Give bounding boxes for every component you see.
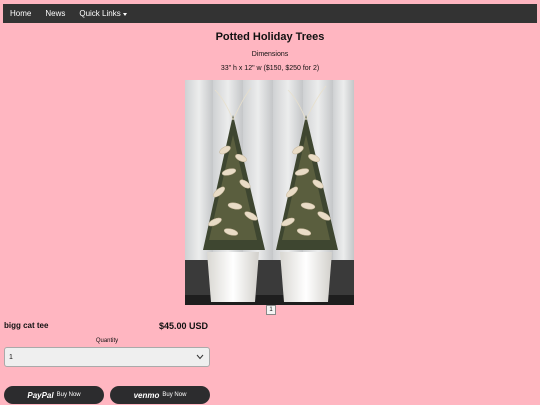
paypal-buy-now-button[interactable]: PayPal Buy Now [4, 386, 104, 404]
nav-home-label: Home [10, 9, 32, 18]
nav-home-link[interactable]: Home [3, 4, 38, 23]
quantity-select[interactable]: 1 [4, 347, 210, 367]
caret-down-icon [122, 12, 127, 16]
quantity-label: Quantity [95, 338, 119, 344]
dimensions-label: Dimensions [251, 51, 289, 58]
page-title: Potted Holiday Trees [215, 31, 325, 43]
venmo-logo: venmo [133, 390, 160, 400]
top-navbar: Home News Quick Links [3, 4, 537, 23]
nav-quick-links-label: Quick Links [79, 9, 121, 18]
image-page-indicator[interactable]: 1 [266, 305, 276, 315]
quantity-selected-value: 1 [9, 353, 13, 361]
chevron-down-icon [196, 354, 204, 360]
product-name: bigg cat tee [4, 321, 49, 330]
nav-news-label: News [45, 9, 66, 18]
dimensions-value: 33" h x 12" w ($150, $250 for 2) [220, 65, 320, 72]
venmo-button-label: Buy Now [162, 392, 187, 398]
product-image [185, 80, 354, 305]
paypal-button-label: Buy Now [56, 392, 81, 398]
paypal-logo: PayPal [27, 390, 54, 400]
venmo-buy-now-button[interactable]: venmo Buy Now [110, 386, 210, 404]
product-price: $45.00 USD [159, 321, 209, 331]
nav-quick-links-dropdown[interactable]: Quick Links [72, 4, 133, 23]
nav-news-link[interactable]: News [38, 4, 72, 23]
